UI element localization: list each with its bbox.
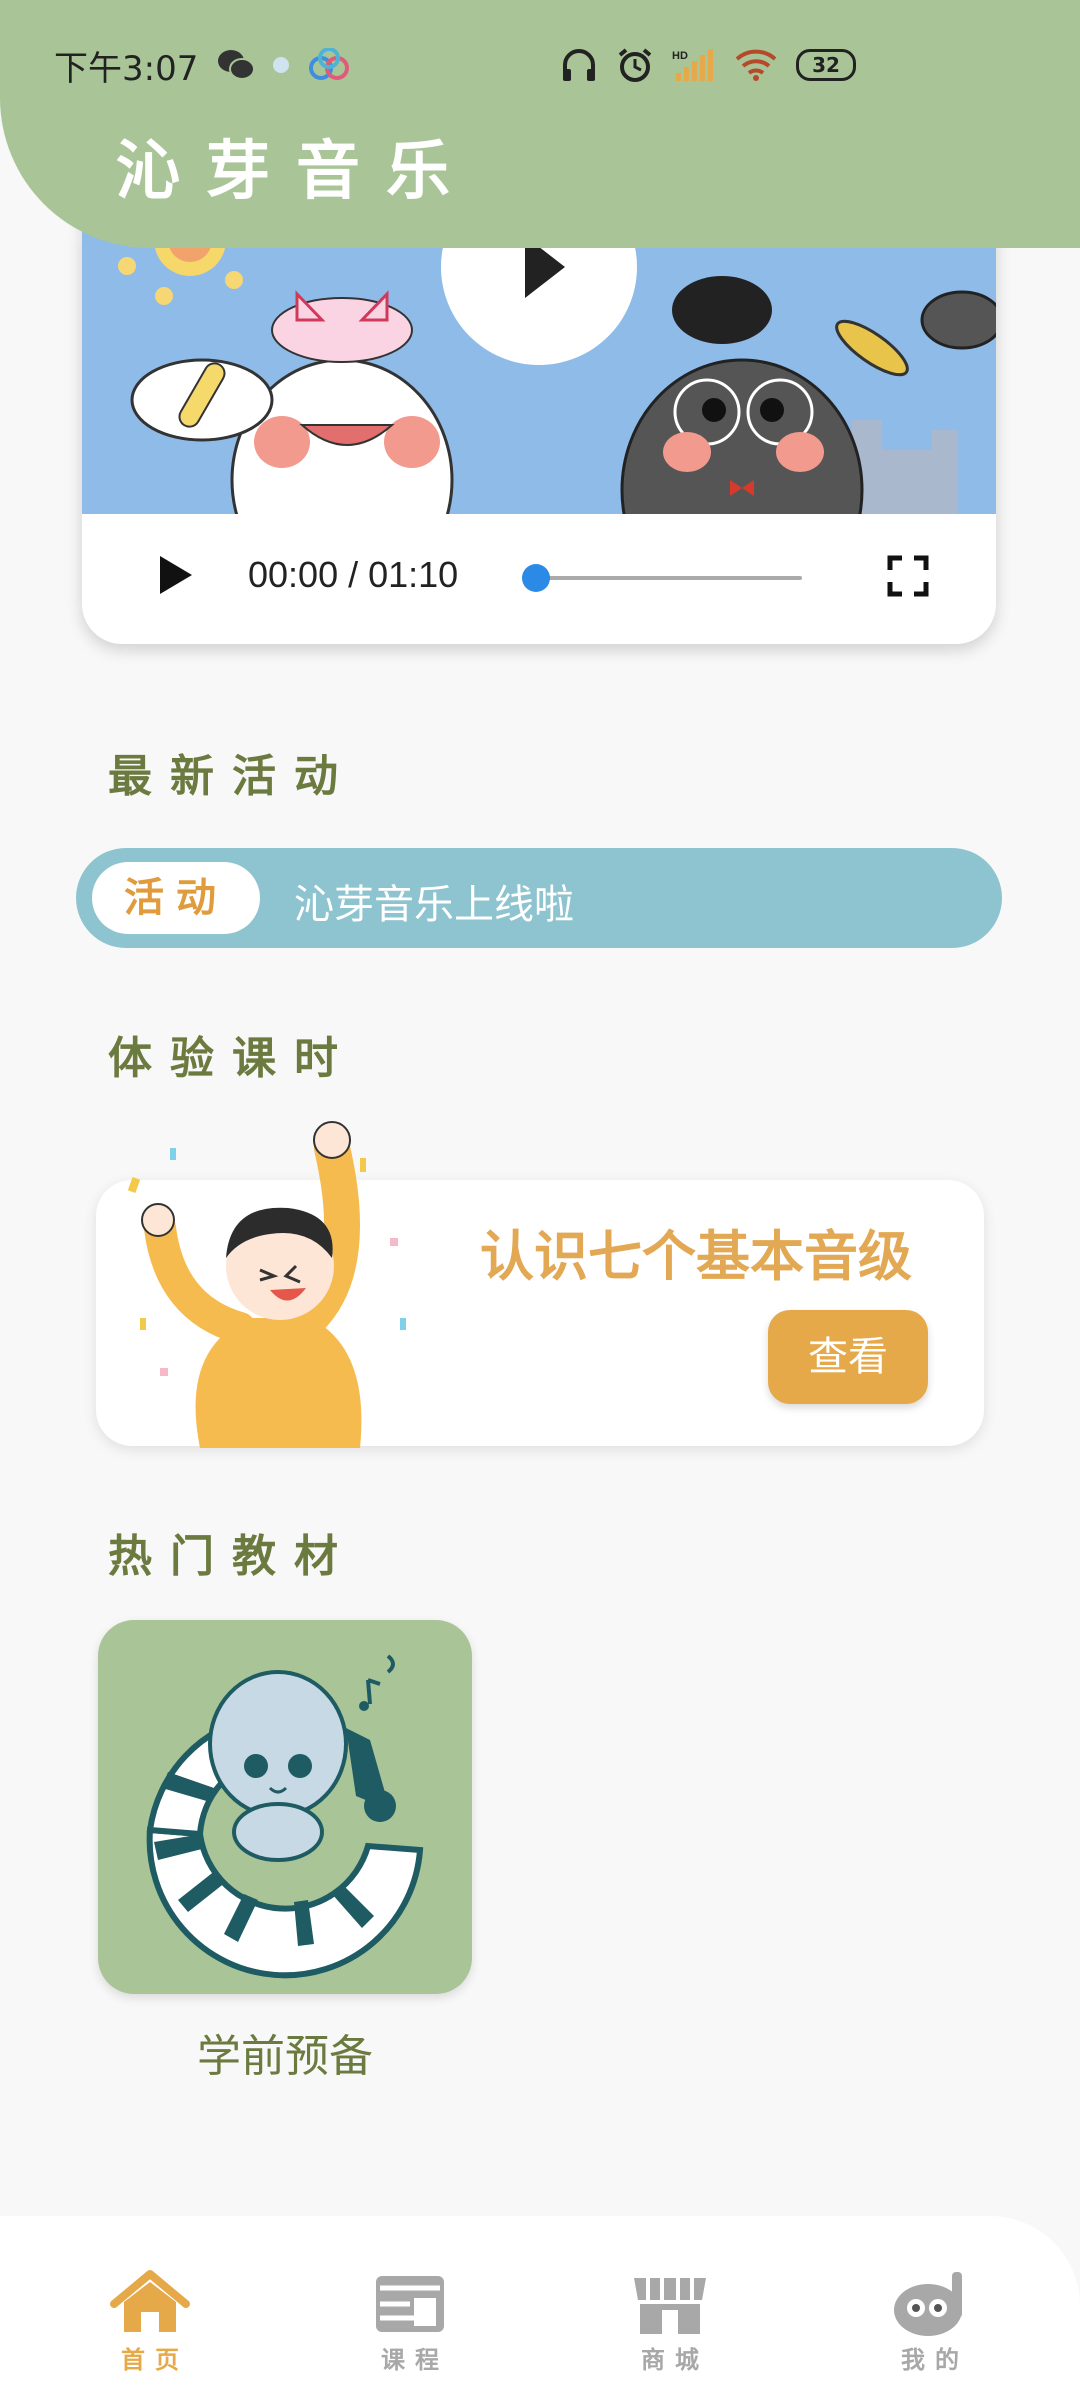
profile-icon <box>894 2272 962 2336</box>
book-cover[interactable] <box>98 1620 472 1994</box>
app-icon <box>309 48 350 80</box>
experience-section-title: 体验课时 <box>108 1033 356 1084</box>
wechat-icon <box>218 50 256 80</box>
bottom-nav: 首页 课程 商城 我的 <box>0 2216 1080 2400</box>
nav-label-home: 首页 <box>121 2346 189 2374</box>
seek-thumb[interactable] <box>522 564 550 592</box>
activity-text: 沁芽音乐上线啦 <box>294 882 574 928</box>
app-header: 下午3:07 HD 32 沁芽音乐 <box>0 0 1080 248</box>
home-icon <box>110 2270 190 2332</box>
headphones-icon <box>563 49 595 81</box>
hd-signal-icon: HD <box>672 49 713 81</box>
nav-label-course: 课程 <box>381 2346 449 2374</box>
battery-indicator: 32 <box>796 49 856 81</box>
hot-section-title: 热门教材 <box>108 1531 356 1582</box>
nav-item-course[interactable]: 课程 <box>350 2268 470 2375</box>
nav-item-home[interactable]: 首页 <box>90 2268 210 2375</box>
app-title: 沁芽音乐 <box>116 135 476 209</box>
alarm-icon <box>618 48 652 82</box>
notification-icon <box>273 57 290 73</box>
store-icon <box>634 2278 706 2334</box>
video-controls: 00:00 / 01:10 <box>82 514 996 644</box>
seek-track[interactable] <box>532 576 802 580</box>
activity-section-title: 最新活动 <box>108 751 356 802</box>
activity-tag: 活动 <box>92 862 260 934</box>
activity-banner[interactable]: 活动 沁芽音乐上线啦 <box>76 848 1002 948</box>
status-right-icons: HD 32 <box>560 40 856 90</box>
fullscreen-icon[interactable] <box>886 554 930 598</box>
wifi-icon <box>735 49 777 81</box>
play-icon[interactable] <box>150 550 198 600</box>
nav-label-store: 商城 <box>641 2346 709 2374</box>
nav-item-profile[interactable]: 我的 <box>870 2268 990 2375</box>
cheering-kid-illustration <box>127 1121 406 1448</box>
piano-mascot-illustration <box>146 1654 424 1979</box>
experience-title: 认识七个基本音级 <box>480 1225 912 1288</box>
view-button[interactable]: 查看 <box>768 1310 928 1404</box>
svg-text:HD: HD <box>672 50 688 62</box>
video-time: 00:00 / 01:10 <box>248 554 459 595</box>
nav-label-profile: 我的 <box>901 2346 969 2374</box>
nav-item-store[interactable]: 商城 <box>610 2268 730 2375</box>
video-player[interactable]: 00:00 / 01:10 <box>82 190 996 644</box>
course-icon <box>376 2276 444 2332</box>
book-name[interactable]: 学前预备 <box>98 2020 472 2084</box>
status-bar: 下午3:07 <box>54 40 352 90</box>
status-time: 下午3:07 <box>54 48 199 89</box>
